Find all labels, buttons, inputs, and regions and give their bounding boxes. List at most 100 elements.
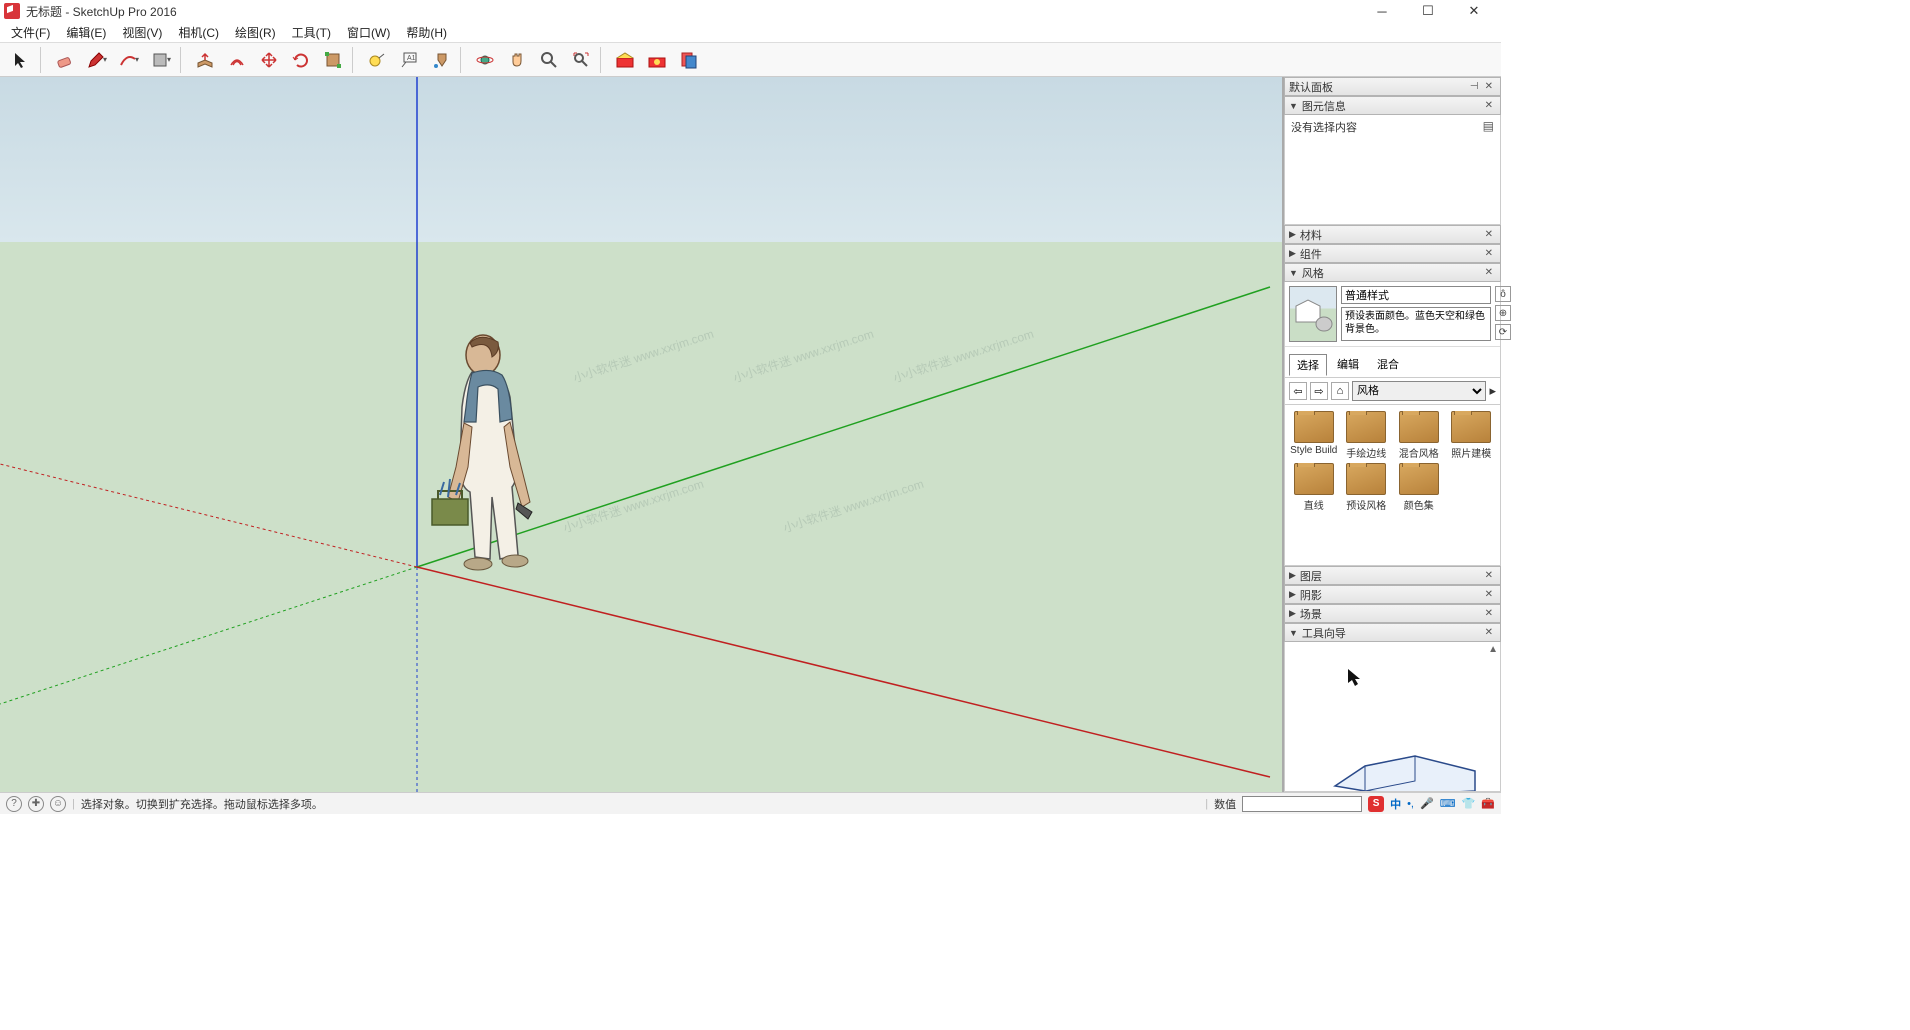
nav-details-icon[interactable]: ▸ bbox=[1489, 383, 1496, 399]
menu-window[interactable]: 窗口(W) bbox=[340, 22, 397, 43]
select-tool-button[interactable] bbox=[6, 46, 36, 74]
minimize-button[interactable]: ─ bbox=[1359, 0, 1405, 22]
tray-title: 默认面板 bbox=[1289, 79, 1333, 95]
components-header[interactable]: ▶组件✕ bbox=[1284, 244, 1501, 263]
eraser-tool-button[interactable] bbox=[50, 46, 80, 74]
ime-punct-icon[interactable]: •, bbox=[1407, 798, 1414, 810]
geo-icon[interactable]: ✚ bbox=[28, 796, 44, 812]
style-tab-mix[interactable]: 混合 bbox=[1369, 353, 1407, 375]
ime-keyboard-icon[interactable]: ⌨ bbox=[1440, 797, 1456, 810]
cursor-icon bbox=[1345, 667, 1485, 717]
ime-shirt-icon[interactable]: 👕 bbox=[1462, 797, 1476, 810]
entity-menu-icon[interactable]: ▤ bbox=[1483, 119, 1494, 220]
send-to-layout-button[interactable] bbox=[674, 46, 704, 74]
style-refresh-icon[interactable]: ⟳ bbox=[1495, 324, 1511, 340]
tape-tool-button[interactable] bbox=[362, 46, 392, 74]
close-button[interactable]: ✕ bbox=[1451, 0, 1497, 22]
tray-header[interactable]: 默认面板 ⊣✕ bbox=[1284, 77, 1501, 96]
collapse-icon: ▶ bbox=[1289, 608, 1296, 619]
panel-close-icon[interactable]: ✕ bbox=[1482, 589, 1496, 600]
style-folder[interactable]: 手绘边线 bbox=[1342, 411, 1392, 460]
shadows-header[interactable]: ▶阴影✕ bbox=[1284, 585, 1501, 604]
maximize-button[interactable]: ☐ bbox=[1405, 0, 1451, 22]
shapes-tool-button[interactable]: ▾ bbox=[146, 46, 176, 74]
warehouse-button[interactable] bbox=[610, 46, 640, 74]
help-icon[interactable]: ? bbox=[6, 796, 22, 812]
arc-tool-button[interactable]: ▾ bbox=[114, 46, 144, 74]
instructor-body: ▲ bbox=[1284, 642, 1501, 792]
ime-zh-icon[interactable]: 中 bbox=[1390, 796, 1401, 812]
layers-header[interactable]: ▶图层✕ bbox=[1284, 566, 1501, 585]
nav-fwd-icon[interactable]: ⇨ bbox=[1310, 382, 1328, 400]
panel-close-icon[interactable]: ✕ bbox=[1482, 608, 1496, 619]
rotate-tool-button[interactable] bbox=[286, 46, 316, 74]
default-tray: 默认面板 ⊣✕ ▼图元信息✕ 没有选择内容 ▤ ▶材料✕ ▶组件✕ ▼风格✕ 预… bbox=[1283, 77, 1501, 792]
styles-header[interactable]: ▼风格✕ bbox=[1284, 263, 1501, 282]
style-folder[interactable]: Style Build bbox=[1289, 411, 1339, 460]
panel-close-icon[interactable]: ✕ bbox=[1482, 248, 1496, 259]
ime-mic-icon[interactable]: 🎤 bbox=[1420, 797, 1434, 810]
style-name-input[interactable] bbox=[1341, 286, 1491, 304]
style-folder[interactable]: 颜色集 bbox=[1394, 463, 1444, 512]
menu-camera[interactable]: 相机(C) bbox=[171, 22, 226, 43]
value-label: 数值 bbox=[1214, 796, 1236, 812]
nav-home-icon[interactable]: ⌂ bbox=[1331, 382, 1349, 400]
pushpull-tool-button[interactable] bbox=[190, 46, 220, 74]
instructor-header[interactable]: ▼工具向导✕ bbox=[1284, 623, 1501, 642]
menubar: 文件(F) 编辑(E) 视图(V) 相机(C) 绘图(R) 工具(T) 窗口(W… bbox=[0, 22, 1501, 43]
viewport-3d[interactable]: 小小软件迷 www.xxrjm.com 小小软件迷 www.xxrjm.com … bbox=[0, 77, 1283, 792]
extension-warehouse-button[interactable] bbox=[642, 46, 672, 74]
menu-view[interactable]: 视图(V) bbox=[115, 22, 169, 43]
style-desc-textarea[interactable]: 预设表面颜色。蓝色天空和绿色背景色。 bbox=[1341, 307, 1491, 341]
scale-tool-button[interactable] bbox=[318, 46, 348, 74]
panel-close-icon[interactable]: ✕ bbox=[1482, 100, 1496, 111]
style-category-select[interactable]: 风格 bbox=[1352, 381, 1486, 401]
entity-info-header[interactable]: ▼图元信息✕ bbox=[1284, 96, 1501, 115]
materials-header[interactable]: ▶材料✕ bbox=[1284, 225, 1501, 244]
style-folder[interactable]: 混合风格 bbox=[1394, 411, 1444, 460]
move-tool-button[interactable] bbox=[254, 46, 284, 74]
ime-toolbox-icon[interactable]: 🧰 bbox=[1481, 797, 1495, 810]
user-icon[interactable]: ☺ bbox=[50, 796, 66, 812]
style-new-icon[interactable]: ⊕ bbox=[1495, 305, 1511, 321]
axes-overlay bbox=[0, 77, 1282, 792]
tray-close-icon[interactable]: ✕ bbox=[1482, 81, 1496, 92]
style-tab-select[interactable]: 选择 bbox=[1289, 354, 1327, 376]
style-folder[interactable]: 直线 bbox=[1289, 463, 1339, 512]
menu-draw[interactable]: 绘图(R) bbox=[228, 22, 283, 43]
scroll-up-icon[interactable]: ▲ bbox=[1488, 644, 1498, 655]
panel-close-icon[interactable]: ✕ bbox=[1482, 627, 1496, 638]
menu-help[interactable]: 帮助(H) bbox=[399, 22, 454, 43]
value-input[interactable] bbox=[1242, 796, 1362, 812]
style-thumbnail[interactable] bbox=[1289, 286, 1337, 342]
scenes-header[interactable]: ▶场景✕ bbox=[1284, 604, 1501, 623]
pan-tool-button[interactable] bbox=[502, 46, 532, 74]
text-tool-button[interactable]: A1 bbox=[394, 46, 424, 74]
zoom-tool-button[interactable] bbox=[534, 46, 564, 74]
offset-tool-button[interactable] bbox=[222, 46, 252, 74]
titlebar: 无标题 - SketchUp Pro 2016 ─ ☐ ✕ bbox=[0, 0, 1501, 22]
menu-file[interactable]: 文件(F) bbox=[4, 22, 57, 43]
entity-info-body: 没有选择内容 ▤ bbox=[1284, 115, 1501, 225]
paint-tool-button[interactable] bbox=[426, 46, 456, 74]
menu-edit[interactable]: 编辑(E) bbox=[59, 22, 113, 43]
sketchup-app-icon bbox=[4, 3, 20, 19]
styles-panel-body: 预设表面颜色。蓝色天空和绿色背景色。 ô ⊕ ⟳ 选择 编辑 混合 ⇦ ⇨ ⌂ … bbox=[1284, 282, 1501, 566]
orbit-tool-button[interactable] bbox=[470, 46, 500, 74]
panel-close-icon[interactable]: ✕ bbox=[1482, 570, 1496, 581]
menu-tools[interactable]: 工具(T) bbox=[285, 22, 338, 43]
expand-icon: ▼ bbox=[1289, 628, 1298, 638]
ime-sogou-icon[interactable]: S bbox=[1368, 796, 1384, 812]
style-folder-grid: Style Build 手绘边线 混合风格 照片建模 直线 预设风格 颜色集 bbox=[1285, 405, 1500, 565]
style-folder[interactable]: 预设风格 bbox=[1342, 463, 1392, 512]
pencil-tool-button[interactable]: ▾ bbox=[82, 46, 112, 74]
nav-back-icon[interactable]: ⇦ bbox=[1289, 382, 1307, 400]
panel-close-icon[interactable]: ✕ bbox=[1482, 229, 1496, 240]
pin-icon[interactable]: ⊣ bbox=[1467, 81, 1482, 92]
style-folder[interactable]: 照片建模 bbox=[1447, 411, 1497, 460]
window-title: 无标题 - SketchUp Pro 2016 bbox=[26, 3, 177, 20]
style-display-icon[interactable]: ô bbox=[1495, 286, 1511, 302]
style-tab-edit[interactable]: 编辑 bbox=[1329, 353, 1367, 375]
panel-close-icon[interactable]: ✕ bbox=[1482, 267, 1496, 278]
zoom-extents-tool-button[interactable] bbox=[566, 46, 596, 74]
